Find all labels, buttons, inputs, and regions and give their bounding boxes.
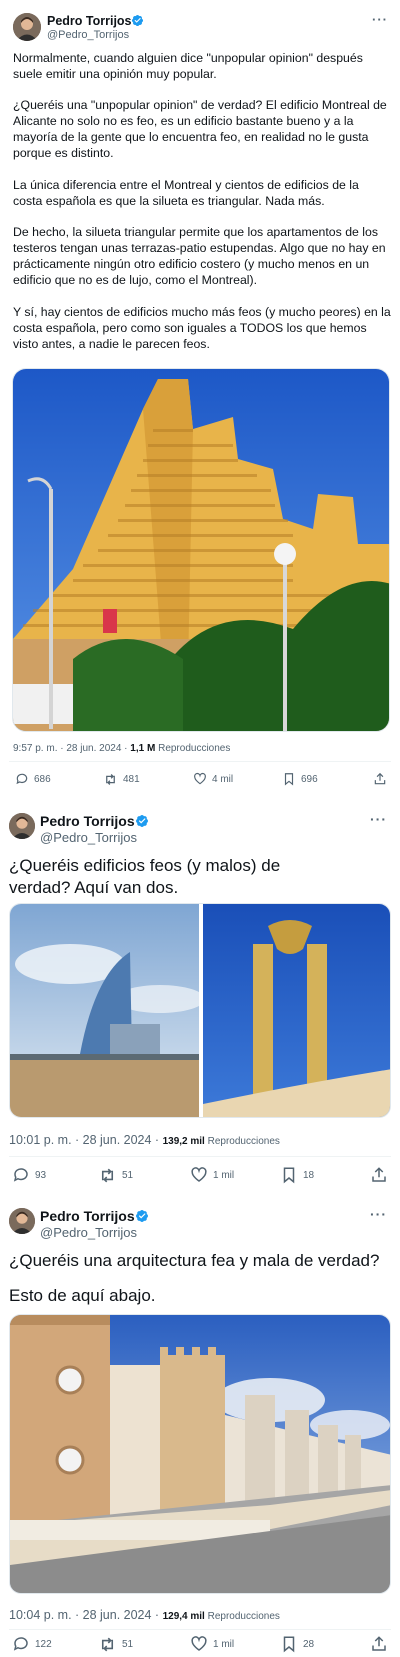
author-name[interactable]: Pedro Torrijos: [40, 1208, 135, 1224]
reply-icon: [13, 1637, 28, 1651]
author-name[interactable]: Pedro Torrijos: [40, 813, 135, 829]
tweet-time[interactable]: 9:57 p. m. · 28 jun. 2024 ·: [13, 743, 130, 754]
author-handle[interactable]: @Pedro_Torrijos: [40, 1225, 137, 1240]
tweet-time[interactable]: 10:04 p. m. · 28 jun. 2024 ·: [9, 1608, 163, 1622]
tweet-text-line: Esto de aquí abajo.: [9, 1286, 156, 1305]
like-count: 1 mil: [213, 1169, 235, 1181]
more-icon[interactable]: ···: [372, 12, 388, 27]
share-button[interactable]: [370, 1635, 388, 1653]
tweet-text-line: ¿Queréis una arquitectura fea y mala de …: [9, 1251, 380, 1270]
views-count: 139,2 mil: [162, 1136, 205, 1147]
bookmark-button[interactable]: 18: [280, 1166, 314, 1184]
retweet-button[interactable]: 51: [98, 1166, 133, 1185]
author-handle[interactable]: @Pedro_Torrijos: [47, 29, 129, 41]
like-button[interactable]: 1 mil: [190, 1166, 234, 1184]
bookmark-button[interactable]: 28: [280, 1635, 314, 1653]
reply-button[interactable]: 686: [15, 772, 51, 786]
share-icon: [374, 772, 386, 785]
tweet-paragraph: De hecho, la silueta triangular permite …: [13, 225, 386, 287]
views-count: 129,4 mil: [162, 1611, 205, 1622]
avatar[interactable]: [13, 13, 41, 41]
share-icon: [372, 1167, 386, 1182]
retweet-button[interactable]: 481: [103, 772, 140, 787]
verified-badge-icon: [135, 814, 149, 828]
like-count: 1 mil: [213, 1638, 235, 1650]
views-count: 1,1 M: [130, 743, 156, 754]
heart-icon: [191, 1636, 207, 1651]
reply-button[interactable]: 122: [12, 1635, 52, 1653]
retweet-count: 481: [123, 774, 140, 785]
avatar[interactable]: [9, 1208, 35, 1234]
reply-button[interactable]: 93: [12, 1166, 46, 1184]
bookmark-icon: [283, 1167, 295, 1184]
retweet-count: 51: [122, 1170, 134, 1181]
avatar[interactable]: [9, 813, 35, 839]
bookmark-button[interactable]: 696: [282, 772, 318, 786]
bookmark-count: 696: [301, 773, 318, 785]
tweet-photo-castles[interactable]: [9, 1314, 391, 1594]
bookmark-icon: [284, 773, 294, 786]
like-button[interactable]: 4 mil: [193, 772, 233, 786]
views-label: Reproducciones: [204, 1611, 280, 1622]
author-name[interactable]: Pedro Torrijos: [47, 14, 132, 28]
like-button[interactable]: 1 mil: [190, 1635, 234, 1653]
verified-badge-icon: [135, 1209, 149, 1223]
more-icon[interactable]: ···: [370, 1206, 387, 1222]
reply-icon: [13, 1168, 28, 1182]
divider: [9, 1629, 391, 1630]
tweet-photo-montreal[interactable]: [12, 368, 390, 732]
like-count: 4 mil: [212, 773, 234, 785]
retweet-count: 51: [122, 1639, 134, 1650]
retweet-icon: [106, 774, 115, 785]
bookmark-count: 18: [303, 1169, 315, 1181]
tweet-time[interactable]: 10:01 p. m. · 28 jun. 2024 ·: [9, 1133, 163, 1147]
more-icon[interactable]: ···: [370, 811, 387, 827]
share-button[interactable]: [370, 1166, 388, 1184]
retweet-icon: [101, 1168, 114, 1183]
reply-count: 686: [34, 773, 51, 785]
reply-count: 122: [35, 1638, 52, 1650]
tweet-text: ¿Queréis edificios feos (y malos) de ver…: [9, 856, 281, 897]
tweet-timestamp[interactable]: 9:57 p. m. · 28 jun. 2024 · 1,1 M Reprod…: [13, 743, 230, 754]
tweet-photo-grid[interactable]: [9, 903, 391, 1118]
tweet-timestamp[interactable]: 10:04 p. m. · 28 jun. 2024 · 129,4 mil R…: [9, 1608, 280, 1622]
tweet-paragraph: La única diferencia entre el Montreal y …: [13, 178, 359, 208]
views-label: Reproducciones: [204, 1136, 280, 1147]
tweet-paragraph: ¿Queréis una "unpopular opinion" de verd…: [13, 98, 387, 160]
share-icon: [372, 1636, 386, 1651]
divider: [9, 761, 391, 762]
heart-icon: [194, 772, 206, 785]
retweet-icon: [101, 1637, 114, 1652]
tweet-timestamp[interactable]: 10:01 p. m. · 28 jun. 2024 · 139,2 mil R…: [9, 1133, 280, 1147]
tweet-paragraph: Normalmente, cuando alguien dice "unpopu…: [13, 51, 363, 81]
divider: [9, 1156, 391, 1157]
tweet-paragraph: Y sí, hay cientos de edificios mucho más…: [13, 305, 391, 351]
bookmark-icon: [283, 1636, 295, 1653]
reply-icon: [16, 773, 28, 785]
share-button[interactable]: [373, 772, 387, 786]
retweet-button[interactable]: 51: [98, 1635, 133, 1654]
author-handle[interactable]: @Pedro_Torrijos: [40, 830, 137, 845]
reply-count: 93: [35, 1169, 47, 1181]
heart-icon: [191, 1167, 207, 1182]
tweet-2: Pedro Torrijos @Pedro_Torrijos ··· ¿Quer…: [0, 800, 400, 1195]
tweet-1: Pedro Torrijos @Pedro_Torrijos ··· Norma…: [0, 0, 400, 800]
verified-badge-icon: [131, 14, 144, 27]
tweet-3: Pedro Torrijos @Pedro_Torrijos ··· ¿Quer…: [0, 1195, 400, 1657]
views-label: Reproducciones: [155, 743, 231, 754]
bookmark-count: 28: [303, 1638, 315, 1650]
